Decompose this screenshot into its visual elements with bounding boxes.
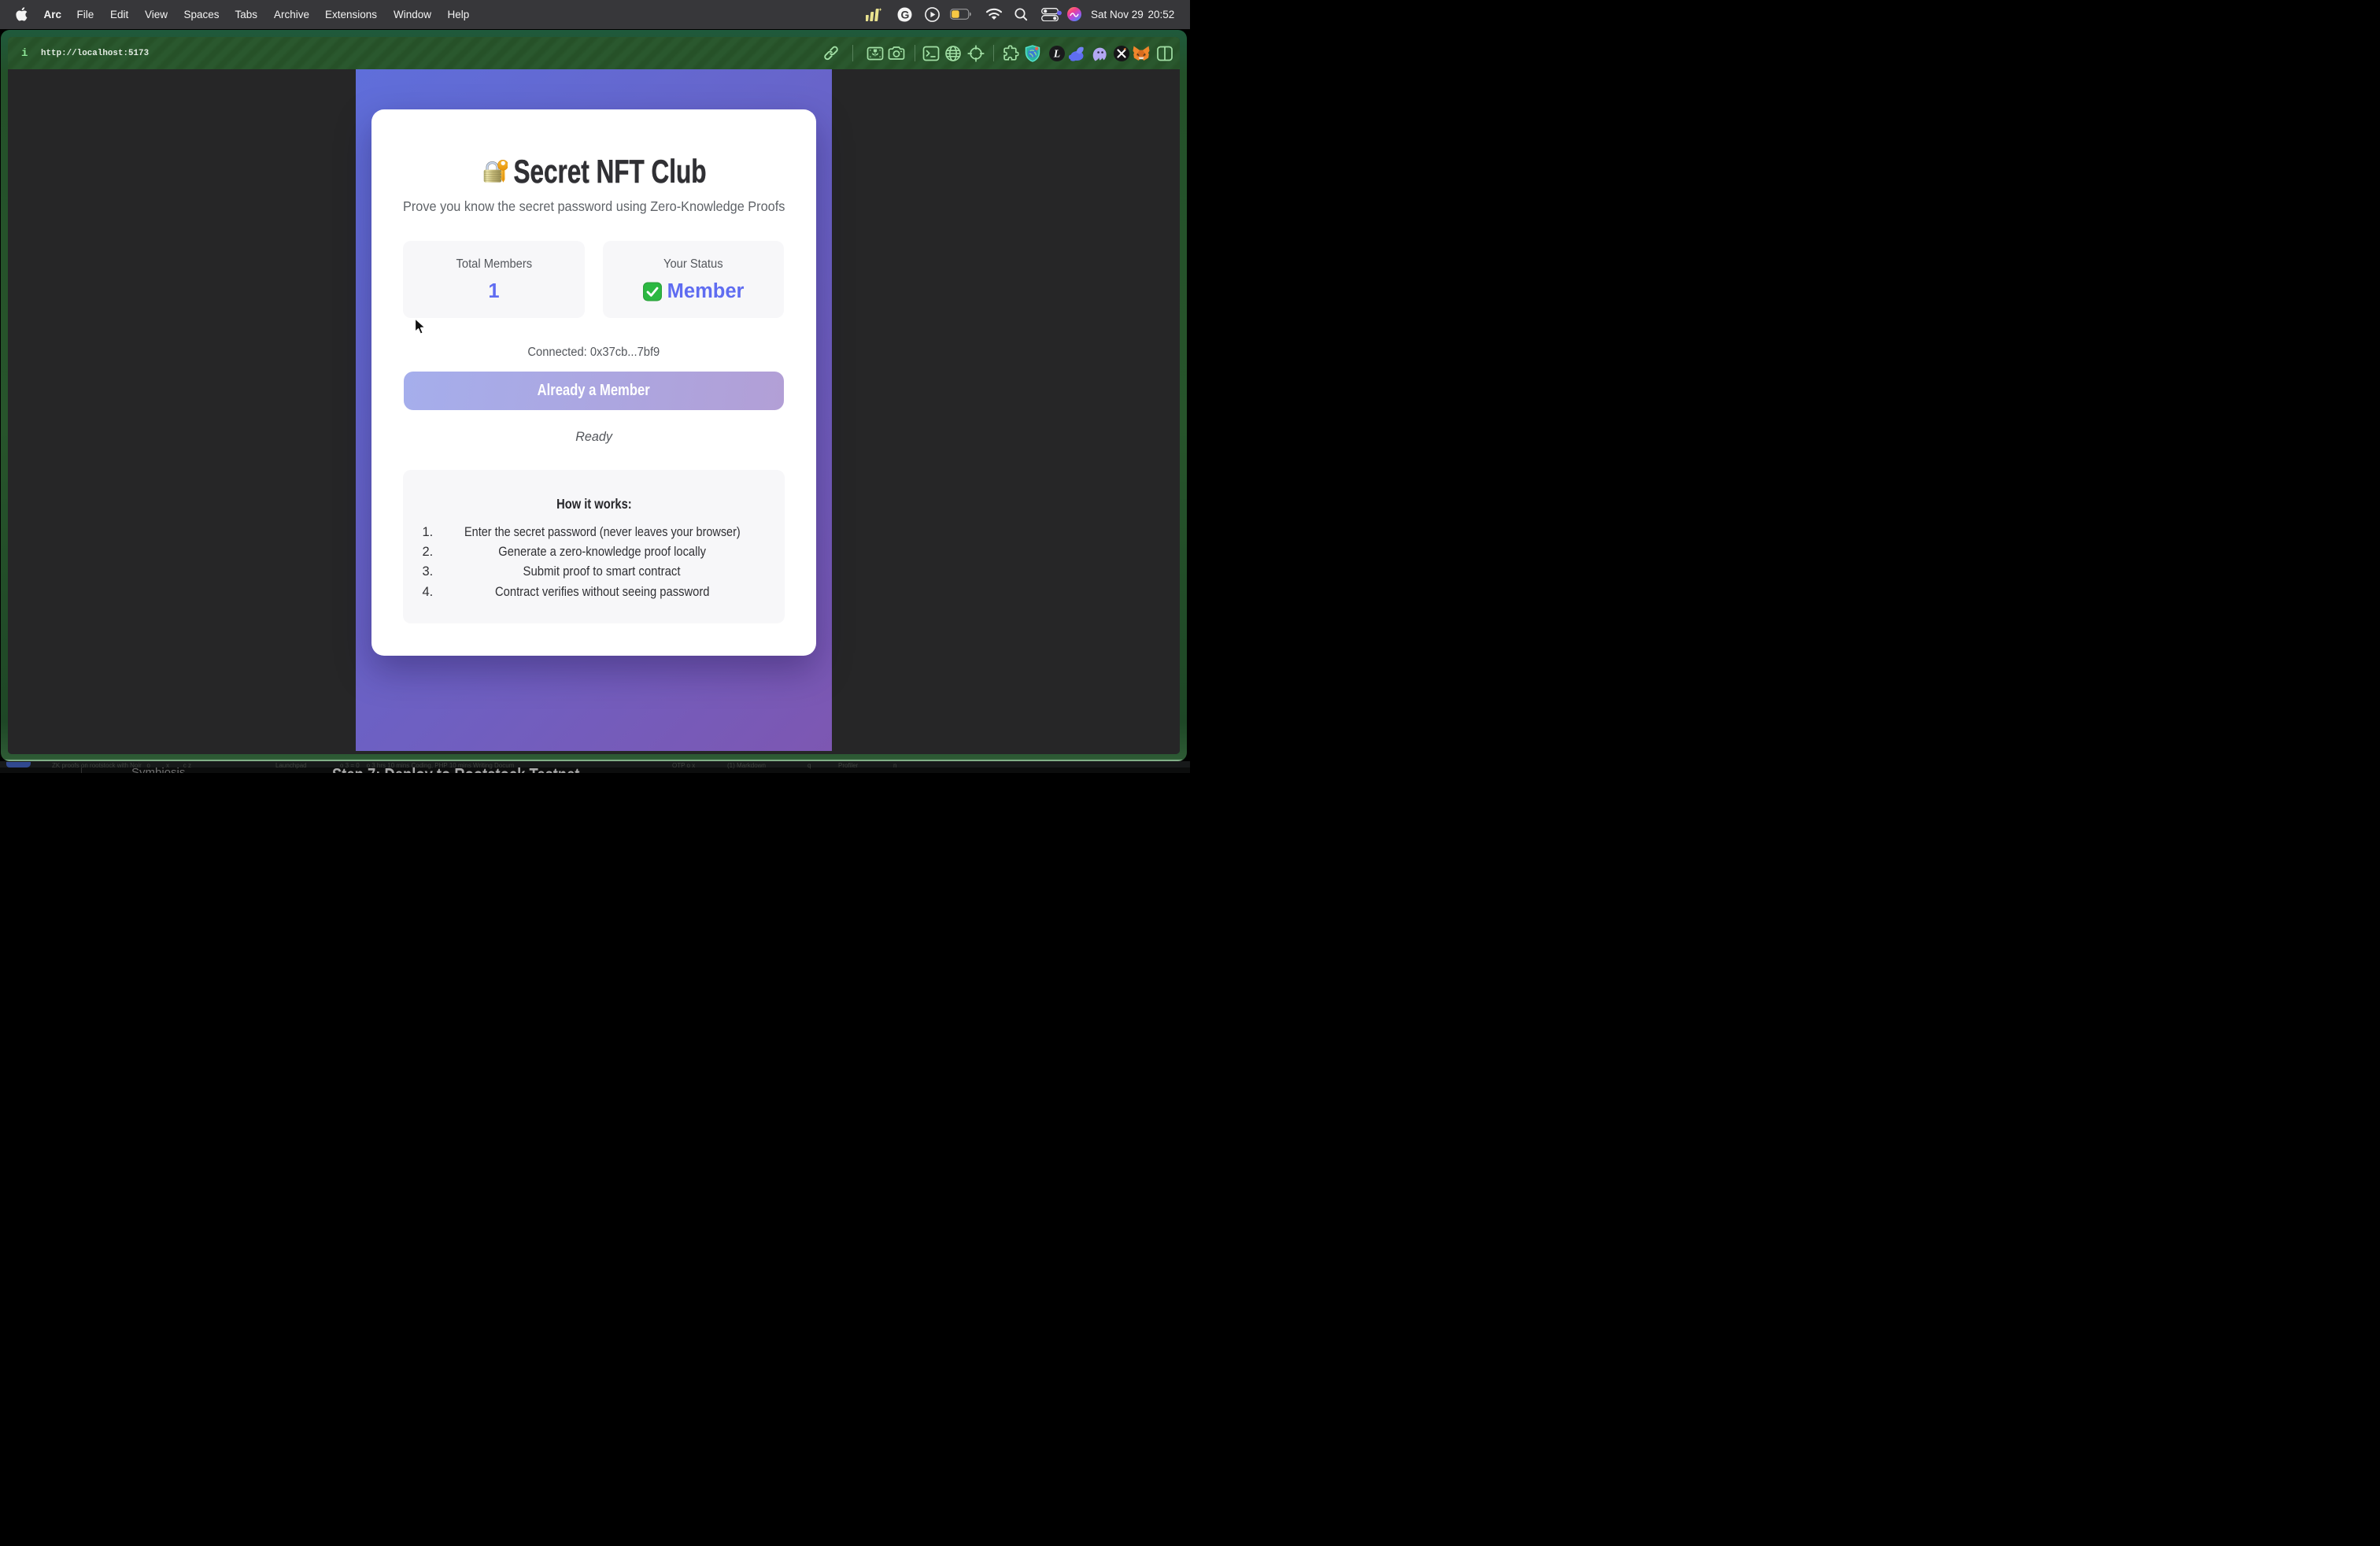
svg-text:L: L — [1052, 47, 1059, 59]
svg-text:G: G — [900, 9, 909, 21]
